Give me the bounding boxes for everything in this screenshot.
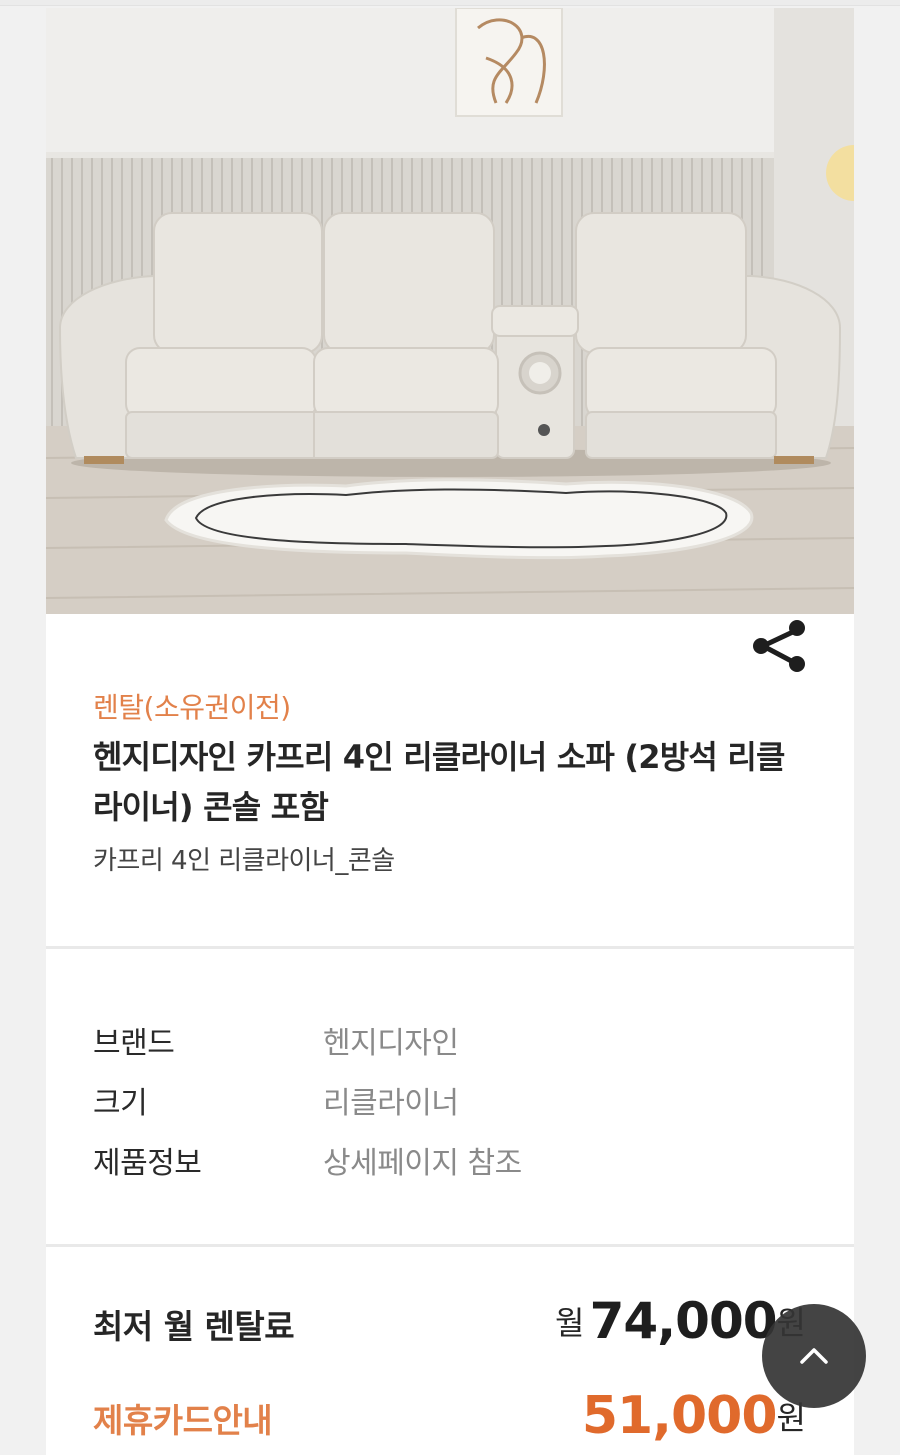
card-price-amount: 51,000: [581, 1386, 778, 1446]
spec-row-size: 크기 리클라이너: [93, 1078, 793, 1121]
top-edge: [0, 0, 900, 6]
product-card: 렌탈(소유권이전) 헨지디자인 카프리 4인 리클라이너 소파 (2방석 리클라…: [46, 8, 854, 1455]
share-icon: [753, 620, 805, 672]
product-subtitle: 카프리 4인 리클라이너_콘솔: [93, 846, 395, 876]
partner-card-link[interactable]: 제휴카드안내: [93, 1394, 273, 1442]
spec-value: 상세페이지 참조: [323, 1146, 522, 1181]
price-prefix: 월: [555, 1304, 585, 1342]
card-discount-price: 51,000원: [582, 1386, 806, 1446]
price-amount: 74,000: [589, 1292, 778, 1350]
monthly-price-label: 최저 월 렌탈료: [93, 1307, 295, 1346]
rent-type-label: 렌탈(소유권이전): [93, 691, 291, 724]
product-image: [46, 8, 854, 614]
spec-key: 크기: [93, 1086, 148, 1121]
scroll-top-button[interactable]: [762, 1304, 866, 1408]
section-divider: [46, 1244, 854, 1247]
spec-key: 제품정보: [93, 1146, 202, 1181]
section-divider: [46, 946, 854, 949]
share-button[interactable]: [749, 614, 813, 678]
spec-row-brand: 브랜드 헨지디자인: [93, 1018, 793, 1061]
product-title: 헨지디자인 카프리 4인 리클라이너 소파 (2방석 리클라이너) 콘솔 포함: [93, 738, 785, 826]
spec-key: 브랜드: [93, 1026, 175, 1061]
spec-value: 헨지디자인: [323, 1026, 459, 1061]
chevron-up-icon: [800, 1348, 828, 1364]
spec-row-info: 제품정보 상세페이지 참조: [93, 1138, 793, 1181]
spec-value: 리클라이너: [323, 1086, 459, 1121]
